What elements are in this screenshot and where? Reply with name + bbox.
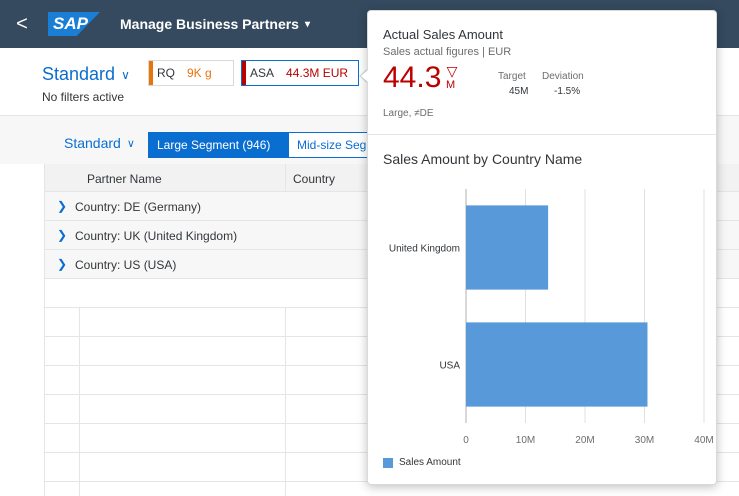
column-header-partner-name[interactable]: Partner Name	[87, 172, 162, 186]
kpi-tag-asa[interactable]: ASA 44.3M EUR	[241, 60, 359, 86]
kpi-value: 44.3M	[286, 66, 320, 80]
popover-arrow-inner	[361, 69, 369, 83]
x-tick-label: 30M	[635, 435, 654, 446]
y-category-label: United Kingdom	[389, 244, 460, 255]
sap-logo[interactable]: SAP	[48, 12, 100, 36]
chevron-down-icon: ∨	[121, 67, 130, 82]
kpi-tag-rq[interactable]: RQ 9K g	[148, 60, 234, 86]
kpi-value: 9K	[187, 66, 202, 80]
variant-selector[interactable]: Standard ∨	[42, 64, 130, 85]
table-variant-label: Standard	[64, 135, 121, 151]
kpi-unit: EUR	[322, 66, 349, 80]
back-button[interactable]: <	[0, 0, 44, 48]
chevron-down-icon: ∨	[126, 137, 135, 150]
variant-label: Standard	[42, 64, 116, 84]
expand-icon[interactable]: ❯	[57, 257, 67, 271]
kpi-color-bar	[242, 61, 246, 85]
group-row-label: Country: UK (United Kingdom)	[75, 229, 238, 243]
x-tick-label: 10M	[516, 435, 535, 446]
column-header-country[interactable]: Country	[293, 172, 335, 186]
expand-icon[interactable]: ❯	[57, 199, 67, 213]
x-tick-label: 0	[463, 435, 469, 446]
popover-footnote: Large, ≠DE	[383, 108, 434, 119]
app-title: Manage Business Partners	[120, 16, 299, 32]
group-row-label: Country: US (USA)	[75, 258, 177, 272]
chart-legend: Sales Amount	[383, 457, 461, 468]
trend-down-icon: ▽	[446, 63, 458, 79]
popover-subtitle: Sales actual figures | EUR	[383, 46, 512, 58]
app-title-menu[interactable]: Manage Business Partners ▾	[120, 16, 310, 32]
kpi-popover: Actual Sales Amount Sales actual figures…	[367, 10, 717, 485]
x-tick-label: 40M	[694, 435, 713, 446]
x-tick-label: 20M	[575, 435, 594, 446]
legend-swatch	[383, 457, 393, 468]
bar-usa[interactable]	[466, 322, 648, 407]
legend-label: Sales Amount	[399, 457, 461, 468]
back-icon: <	[16, 12, 28, 35]
segment-midsize[interactable]: Mid-size Seg	[288, 132, 368, 158]
target-value: 45M	[509, 86, 529, 97]
bar-chart: 0 10M 20M 30M 40M United Kingdom USA	[389, 189, 714, 446]
filters-status: No filters active	[42, 90, 125, 104]
kpi-unit: g	[205, 66, 212, 80]
expand-icon[interactable]: ❯	[57, 228, 67, 242]
segment-large[interactable]: Large Segment (946)	[148, 132, 288, 158]
bar-united-kingdom[interactable]	[466, 205, 549, 290]
kpi-color-bar	[149, 61, 153, 85]
kpi-label: ASA	[250, 66, 275, 80]
kpi-scale: M	[446, 79, 456, 91]
chart-title: Sales Amount by Country Name	[383, 151, 583, 167]
chevron-down-icon: ▾	[304, 18, 310, 30]
target-label: Target	[498, 71, 526, 82]
popover-title: Actual Sales Amount	[383, 27, 503, 42]
deviation-label: Deviation	[542, 71, 584, 82]
y-category-label: USA	[439, 361, 460, 372]
deviation-value: -1.5%	[554, 86, 581, 97]
kpi-main-value: 44.3	[383, 61, 442, 94]
table-gutter	[0, 164, 44, 496]
table-variant-selector[interactable]: Standard ∨	[64, 135, 135, 151]
group-row-label: Country: DE (Germany)	[75, 200, 202, 214]
kpi-label: RQ	[157, 66, 175, 80]
